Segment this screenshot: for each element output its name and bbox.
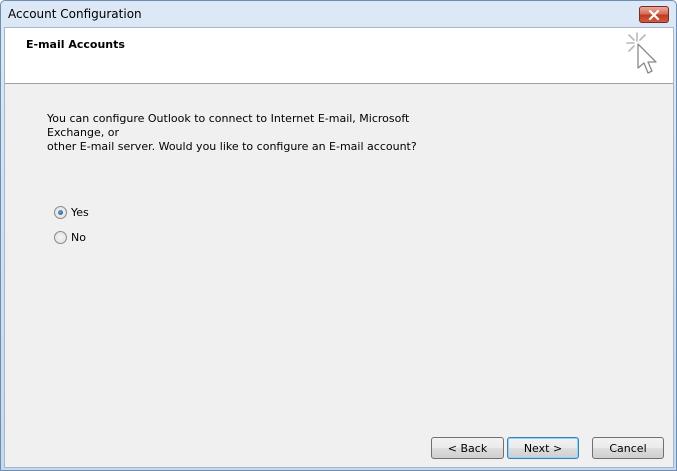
radio-button-yes[interactable] — [54, 206, 67, 219]
description-line-2: other E-mail server. Would you like to c… — [47, 140, 417, 153]
close-icon — [648, 9, 660, 20]
dialog-client-area: E-mail Accounts You can configure Outloo… — [4, 27, 674, 468]
page-title: E-mail Accounts — [26, 38, 125, 51]
close-button[interactable] — [639, 6, 669, 23]
radio-option-yes[interactable]: Yes — [54, 206, 89, 219]
next-button[interactable]: Next > — [507, 437, 579, 459]
description-line-1: You can configure Outlook to connect to … — [47, 112, 410, 139]
radio-option-no[interactable]: No — [54, 231, 86, 244]
back-button[interactable]: < Back — [431, 437, 504, 459]
account-configuration-window: Account Configuration E-mail Accounts Yo… — [0, 0, 677, 471]
wizard-header: E-mail Accounts — [5, 28, 673, 84]
window-title: Account Configuration — [8, 7, 142, 21]
radio-button-no[interactable] — [54, 231, 67, 244]
radio-label-no: No — [71, 231, 86, 244]
wizard-cursor-icon — [626, 32, 657, 74]
title-bar[interactable]: Account Configuration — [1, 1, 676, 27]
radio-label-yes: Yes — [71, 206, 89, 219]
cancel-button[interactable]: Cancel — [592, 437, 664, 459]
configure-description: You can configure Outlook to connect to … — [47, 112, 467, 154]
